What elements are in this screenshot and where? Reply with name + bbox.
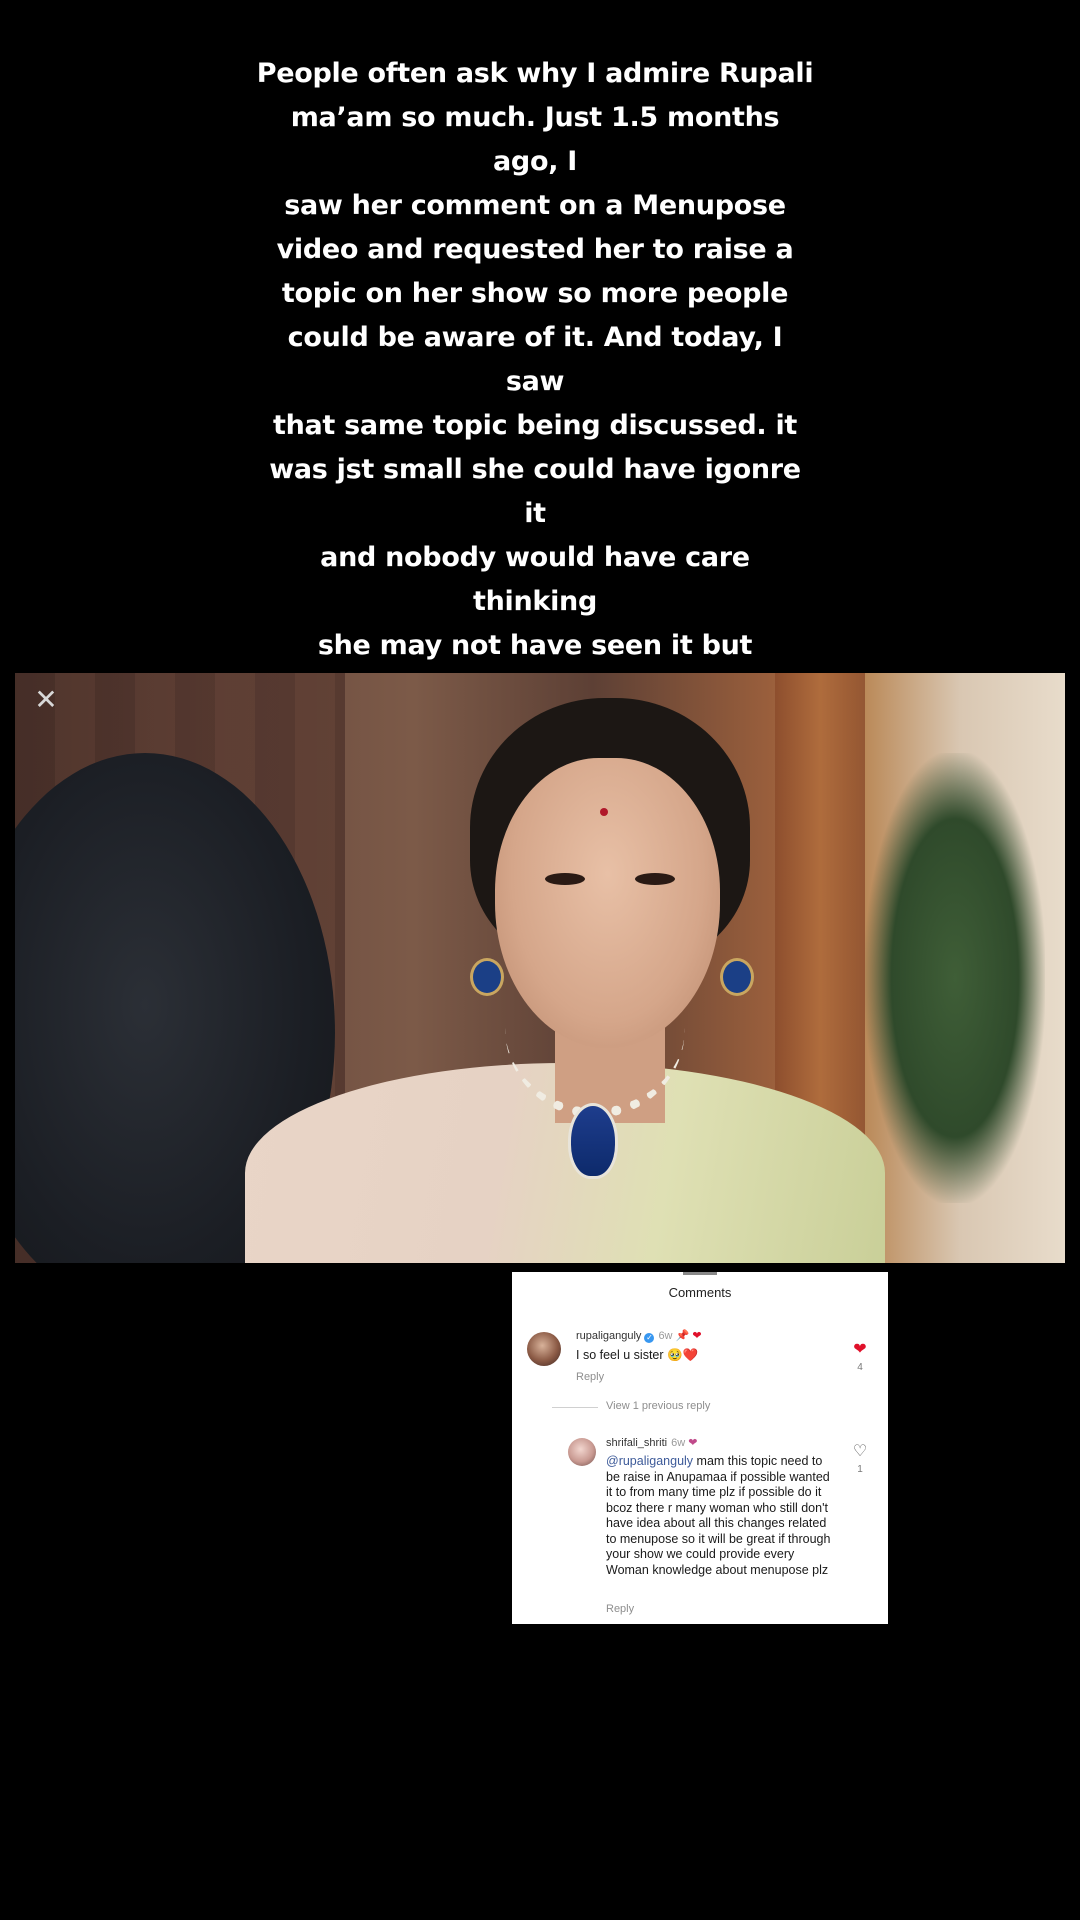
view-previous-replies-button[interactable]: View 1 previous reply — [552, 1400, 711, 1412]
heart-filled-icon: ❤ — [853, 1341, 867, 1358]
person-left-eye — [545, 873, 585, 885]
background-plant — [865, 753, 1045, 1203]
comment-time: 6w — [658, 1330, 673, 1342]
person-face — [495, 758, 720, 1048]
reply-time: 6w — [671, 1437, 686, 1449]
video-frame[interactable]: ✕ — [15, 673, 1065, 1263]
like-button[interactable]: ♡ 1 — [850, 1443, 870, 1476]
comment-text: I so feel u sister 🥹❤️ — [576, 1348, 699, 1362]
person-pendant — [568, 1103, 618, 1179]
pin-icon: 📌 — [675, 1330, 690, 1342]
capcut-logo-icon: ✕ — [34, 684, 58, 715]
comment-username[interactable]: rupaliganguly — [576, 1330, 641, 1342]
mention-link[interactable]: @rupaliganguly — [606, 1454, 693, 1468]
view-previous-label: View 1 previous reply — [606, 1400, 711, 1412]
like-count: 4 — [857, 1362, 863, 1373]
comment-item: rupaliganguly ✓ 6w 📌 ❤ I so feel u sister … — [512, 1272, 888, 1392]
divider-line — [552, 1407, 598, 1408]
avatar[interactable] — [568, 1438, 596, 1466]
reply-button[interactable]: Reply — [606, 1603, 634, 1615]
reply-username-row: shrifali_shriti 6w ❤ — [606, 1436, 697, 1449]
reply-button[interactable]: Reply — [576, 1371, 604, 1383]
reply-item: shrifali_shriti 6w ❤ @rupaliganguly mam t… — [512, 1422, 888, 1622]
person-bindi — [600, 808, 608, 816]
creator-heart-icon: ❤ — [692, 1330, 702, 1342]
like-count: 1 — [857, 1464, 863, 1475]
comments-panel: Comments rupaliganguly ✓ 6w 📌 ❤ I so feel … — [512, 1272, 888, 1624]
person-right-earring — [720, 958, 754, 996]
creator-heart-icon: ❤ — [688, 1437, 698, 1449]
comment-username-row: rupaliganguly ✓ 6w 📌 ❤ — [576, 1329, 702, 1343]
person-right-eye — [635, 873, 675, 885]
verified-badge-icon: ✓ — [644, 1333, 655, 1343]
heart-outline-icon: ♡ — [852, 1443, 868, 1460]
reply-username[interactable]: shrifali_shriti — [606, 1437, 667, 1449]
person-left-earring — [470, 958, 504, 996]
reply-text: @rupaliganguly mam this topic need to be… — [606, 1454, 836, 1578]
like-button[interactable]: ❤ 4 — [850, 1341, 870, 1374]
avatar[interactable] — [527, 1332, 561, 1366]
reply-body: mam this topic need to be raise in Anupa… — [606, 1454, 831, 1577]
